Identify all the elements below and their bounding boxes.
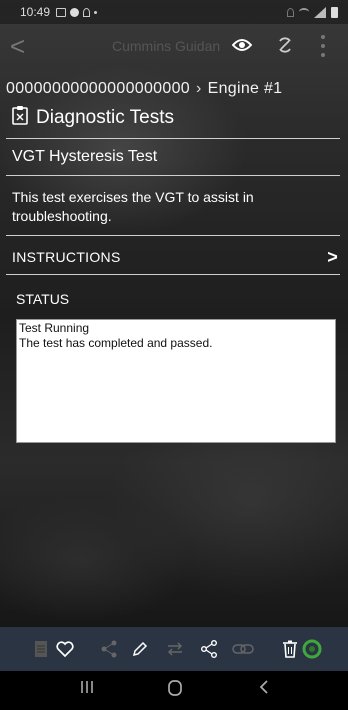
breadcrumb-esn[interactable]: 00000000000000000000 [6,80,190,97]
divider [6,138,340,139]
link-icon[interactable] [232,637,254,661]
sync-icon[interactable] [276,36,294,59]
run-test-icon[interactable] [302,637,322,661]
recent-apps-icon[interactable] [80,679,94,700]
share-icon[interactable] [200,637,218,661]
instructions-row[interactable]: INSTRUCTIONS > [12,246,338,268]
app-bar: < Cummins Guidan [0,24,348,70]
signal-icon [314,6,326,18]
divider [6,175,340,176]
breadcrumb[interactable]: 00000000000000000000 › Engine #1 [6,80,348,98]
share-disabled-icon[interactable] [100,637,118,661]
chevron-right-icon: > [327,246,338,267]
bottom-toolbar [0,627,348,671]
location-status-icon [287,7,294,17]
location-icon [83,7,91,17]
instructions-label: INSTRUCTIONS [12,249,121,265]
system-navigation-bar [0,671,348,710]
test-description: This test exercises the VGT to assist in… [12,189,254,224]
test-name: VGT Hysteresis Test [12,148,158,165]
back-nav-icon[interactable] [258,679,270,700]
breadcrumb-separator-icon: › [195,80,202,97]
status-output-box: Test Running The test has completed and … [16,319,336,443]
more-menu-button[interactable] [315,33,331,59]
notification-icons [56,7,98,17]
divider [6,274,340,275]
swap-icon[interactable] [166,637,184,661]
clock: 10:49 [20,5,51,19]
breadcrumb-engine[interactable]: Engine #1 [208,80,283,97]
page-title-text: Diagnostic Tests [36,107,174,128]
alert-icon [70,7,80,17]
gallery-icon [56,7,67,17]
app-screen: 10:49 < Cummins Guidan 00000000000000000… [0,0,348,710]
heart-icon[interactable] [56,637,74,661]
eye-icon[interactable] [231,38,253,57]
page-title: Diagnostic Tests [12,105,174,131]
app-title: Cummins Guidan [112,38,221,54]
pencil-icon[interactable] [132,637,148,661]
wifi-icon [299,8,309,16]
divider [6,235,340,236]
home-icon[interactable] [167,679,183,702]
status-line: Test Running [19,321,90,335]
status-label: STATUS [16,291,70,307]
dot-icon [94,10,98,14]
back-button[interactable]: < [10,32,25,60]
status-bar: 10:49 [0,0,348,24]
status-line: The test has completed and passed. [19,336,213,350]
trash-icon[interactable] [282,637,298,661]
clipboard-icon [12,105,28,131]
battery-icon [331,6,338,18]
document-icon[interactable] [34,637,48,661]
